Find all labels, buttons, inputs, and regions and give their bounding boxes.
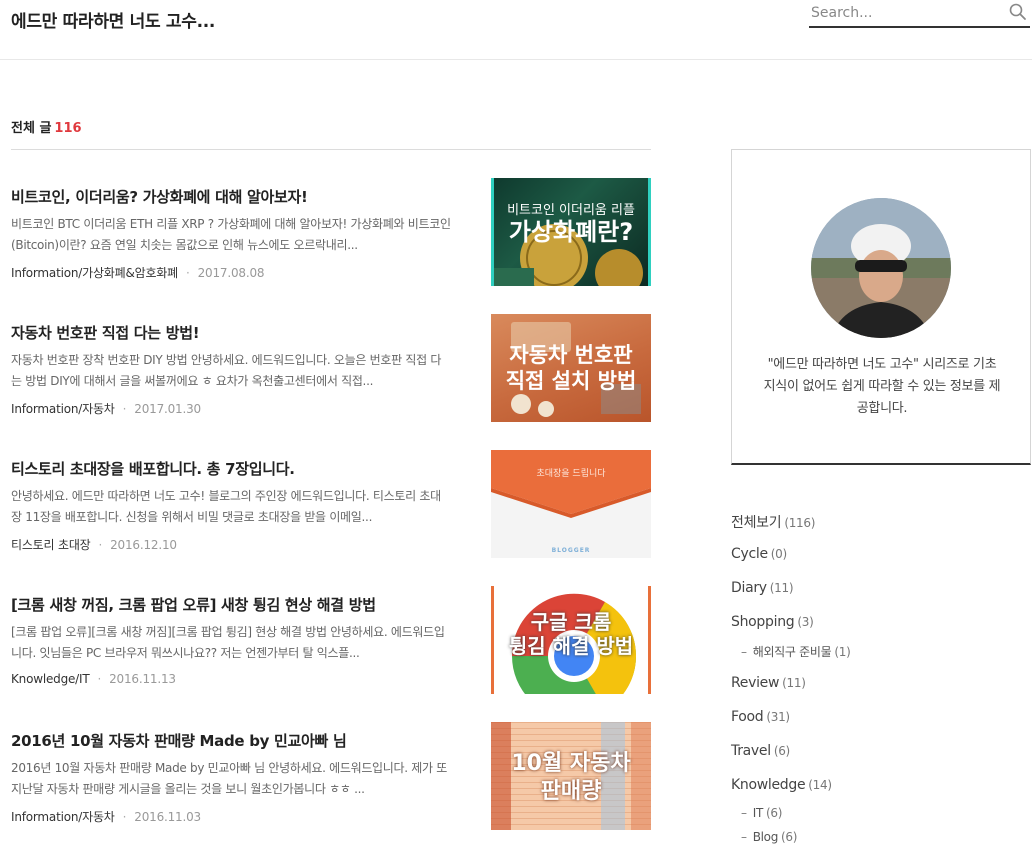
thumb-headline: 구글 크롬 <box>530 610 612 634</box>
search-icon[interactable] <box>1008 2 1028 22</box>
invitation-graphic <box>491 450 651 518</box>
post-category[interactable]: 티스토리 초대장 <box>11 538 91 552</box>
category-item[interactable]: Shopping (3) <box>731 614 814 630</box>
category-item[interactable]: Food (31) <box>731 709 790 725</box>
category-item[interactable]: 전체보기 (116) <box>731 512 815 532</box>
site-title[interactable]: 에드만 따라하면 너도 고수... <box>11 7 215 32</box>
thumb-headline: 자동차 번호판 <box>509 343 633 367</box>
post-date: 2017.08.08 <box>197 266 265 280</box>
post-excerpt[interactable]: 비트코인 BTC 이더리움 ETH 리플 XRP ? 가상화폐에 대해 알아보자… <box>11 214 451 256</box>
post-item[interactable]: 비트코인, 이더리움? 가상화폐에 대해 알아보자! 비트코인 BTC 이더리움… <box>11 178 651 286</box>
post-title[interactable]: 2016년 10월 자동차 판매량 Made by 민교아빠 님 <box>11 730 471 751</box>
category-item[interactable]: Review (11) <box>731 675 806 691</box>
post-thumbnail[interactable]: 초대장을 드립니다 BLOGGER <box>491 450 651 558</box>
post-item[interactable]: [크롬 새창 꺼짐, 크롬 팝업 오류] 새창 튕김 현상 해결 방법 [크롬 … <box>11 586 651 694</box>
post-thumbnail[interactable]: 자동차 번호판 직접 설치 방법 <box>491 314 651 422</box>
post-date: 2016.11.03 <box>134 810 201 824</box>
category-item[interactable]: Knowledge (14) <box>731 777 832 793</box>
category-item[interactable]: Diary (11) <box>731 580 794 596</box>
cyclist-photo <box>811 198 951 338</box>
thumb-headline: 가상화폐란? <box>508 218 634 246</box>
thumb-headline: 10월 자동차 <box>511 751 631 776</box>
subcategory-item[interactable]: – Blog (6) <box>741 830 797 844</box>
post-date: 2016.12.10 <box>110 538 177 552</box>
post-meta: 티스토리 초대장 · 2016.12.10 <box>11 538 177 552</box>
category-item[interactable]: Cycle (0) <box>731 546 787 562</box>
post-title[interactable]: [크롬 새창 꺼짐, 크롬 팝업 오류] 새창 튕김 현상 해결 방법 <box>11 594 471 615</box>
post-excerpt[interactable]: 2016년 10월 자동차 판매량 Made by 민교아빠 님 안녕하세요. … <box>11 758 451 800</box>
profile-widget: "에드만 따라하면 너도 고수" 시리즈로 기초 지식이 없어도 쉽게 따라할 … <box>731 149 1031 465</box>
post-item[interactable]: 2016년 10월 자동차 판매량 Made by 민교아빠 님 2016년 1… <box>11 722 651 830</box>
post-excerpt[interactable]: 자동차 번호판 장착 번호판 DIY 방법 안녕하세요. 에드워드입니다. 오늘… <box>11 350 451 392</box>
post-title[interactable]: 비트코인, 이더리움? 가상화폐에 대해 알아보자! <box>11 186 471 207</box>
post-meta: Information/자동차 · 2017.01.30 <box>11 402 201 416</box>
post-meta: Information/자동차 · 2016.11.03 <box>11 810 201 824</box>
post-thumbnail[interactable]: 10월 자동차 판매량 <box>491 722 651 830</box>
subcategory-item[interactable]: – IT (6) <box>741 806 782 820</box>
sales-table-graphic <box>491 722 651 830</box>
post-meta: Information/가상화폐&암호화폐 · 2017.08.08 <box>11 266 265 280</box>
post-excerpt[interactable]: [크롬 팝업 오류][크롬 새창 꺼짐][크롬 팝업 튕김] 현상 해결 방법 … <box>11 622 451 664</box>
search-input[interactable] <box>811 2 1001 24</box>
post-category[interactable]: Information/가상화폐&암호화폐 <box>11 266 178 280</box>
thumb-footer: BLOGGER <box>551 547 591 554</box>
post-thumbnail[interactable]: 구글 크롬 튕김 해결 방법 <box>491 586 651 694</box>
thumb-subheadline: 판매량 <box>540 779 602 804</box>
post-list-heading: 전체 글 116 <box>11 117 82 136</box>
post-meta: Knowledge/IT · 2016.11.13 <box>11 672 176 686</box>
profile-avatar[interactable] <box>811 198 951 338</box>
post-item[interactable]: 자동차 번호판 직접 다는 방법! 자동차 번호판 장착 번호판 DIY 방법 … <box>11 314 651 422</box>
post-date: 2016.11.13 <box>109 672 176 686</box>
post-item[interactable]: 티스토리 초대장을 배포합니다. 총 7장입니다. 안녕하세요. 에드만 따라하… <box>11 450 651 558</box>
profile-description: "에드만 따라하면 너도 고수" 시리즈로 기초 지식이 없어도 쉽게 따라할 … <box>763 357 1001 416</box>
category-item[interactable]: Travel (6) <box>731 743 790 759</box>
divider <box>11 149 651 150</box>
site-header: 에드만 따라하면 너도 고수... <box>0 0 1032 60</box>
post-date: 2017.01.30 <box>134 402 201 416</box>
post-category[interactable]: Information/자동차 <box>11 402 115 416</box>
post-list-label: 전체 글 <box>11 121 52 136</box>
post-excerpt[interactable]: 안녕하세요. 에드만 따라하면 너도 고수! 블로그의 주인장 에드워드입니다.… <box>11 486 451 528</box>
thumb-subheadline: 튕김 해결 방법 <box>508 634 634 658</box>
post-category[interactable]: Information/자동차 <box>11 810 115 824</box>
post-title[interactable]: 티스토리 초대장을 배포합니다. 총 7장입니다. <box>11 458 471 479</box>
post-title[interactable]: 자동차 번호판 직접 다는 방법! <box>11 322 471 343</box>
subcategory-item[interactable]: – 해외직구 준비물 (1) <box>741 643 851 660</box>
plate-tools-graphic <box>511 322 641 417</box>
thumb-subheadline: 직접 설치 방법 <box>505 369 637 393</box>
post-thumbnail[interactable]: 비트코인 이더리움 리플 가상화폐란? <box>491 178 651 286</box>
thumb-caption: 초대장을 드립니다 <box>536 469 606 479</box>
search-box <box>809 0 1030 28</box>
thumb-caption: 비트코인 이더리움 리플 <box>507 203 635 218</box>
post-category[interactable]: Knowledge/IT <box>11 672 90 686</box>
post-count: 116 <box>54 121 82 136</box>
